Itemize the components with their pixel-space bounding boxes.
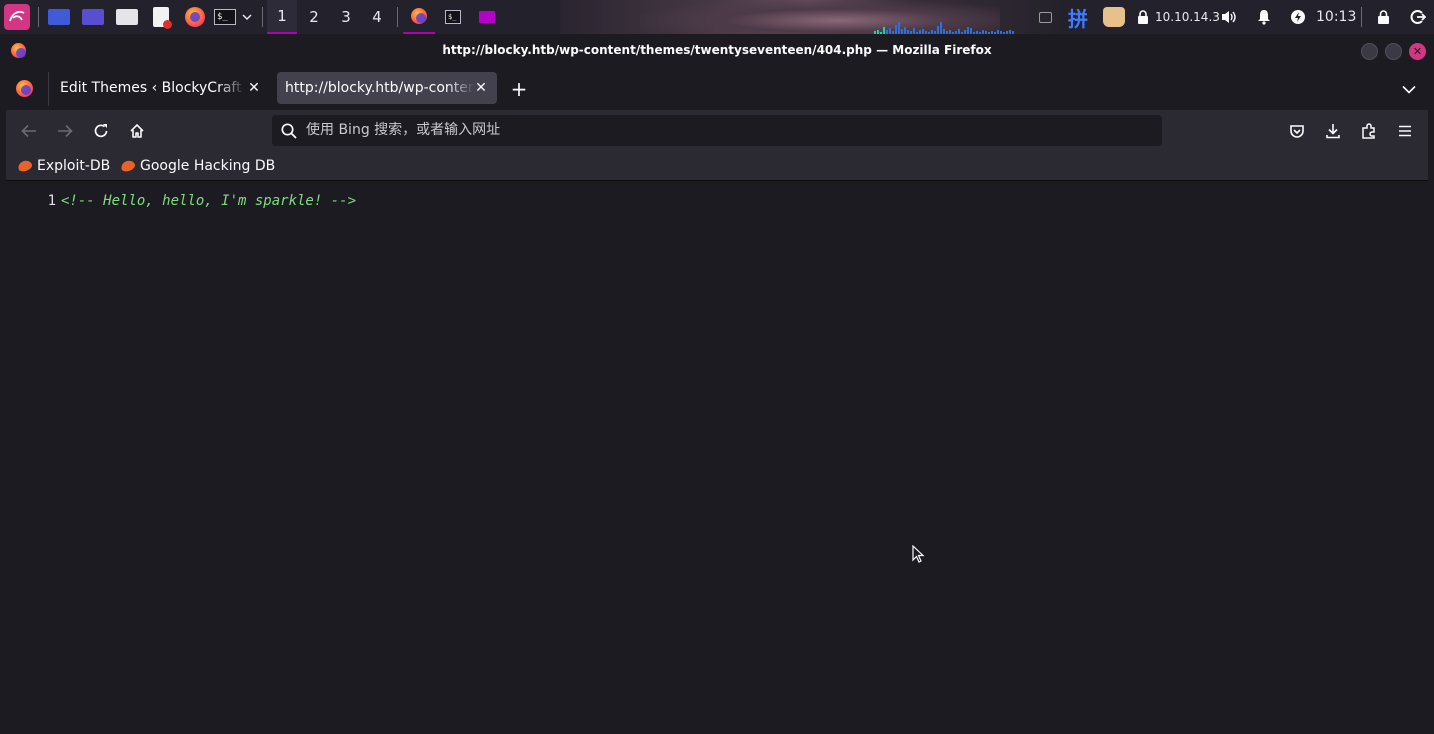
bookmark-label: Exploit-DB <box>37 158 111 174</box>
firefox-view-icon[interactable] <box>16 80 33 97</box>
workspace-1[interactable]: 1 <box>267 0 297 34</box>
panel-separator <box>38 7 39 27</box>
network-graph <box>874 14 1014 34</box>
list-all-tabs-chevron-icon[interactable] <box>1398 79 1420 99</box>
extensions-icon[interactable] <box>1357 119 1381 143</box>
tab-404-php[interactable]: http://blocky.htb/wp-content/themes/twen… <box>277 72 497 104</box>
close-tab-icon[interactable]: ✕ <box>473 80 489 96</box>
kali-dragon-icon <box>16 158 34 174</box>
kali-dragon-icon <box>119 158 137 174</box>
tab-edit-themes[interactable]: Edit Themes ‹ BlockyCraft — WordPress ✕ <box>48 72 270 104</box>
screen-icon[interactable] <box>1036 5 1054 29</box>
pocket-icon[interactable] <box>1285 119 1309 143</box>
close-tab-icon[interactable]: ✕ <box>246 80 262 96</box>
task-folder[interactable] <box>477 5 497 29</box>
bookmark-exploit-db[interactable]: Exploit-DB <box>16 152 111 180</box>
home-icon[interactable] <box>125 119 149 143</box>
task-terminal[interactable]: $_ <box>442 5 464 29</box>
desktop-panel: $_ 1 2 3 4 $_ 拼 10.10.14.3 10:13 <box>0 0 1434 34</box>
logout-icon[interactable] <box>1408 5 1428 29</box>
lock-screen-icon[interactable] <box>1374 5 1392 29</box>
tab-label: Edit Themes ‹ BlockyCraft — WordPress <box>60 80 246 96</box>
close-window-button[interactable]: ✕ <box>1409 43 1426 60</box>
reload-icon[interactable] <box>89 119 113 143</box>
mouse-cursor-icon <box>912 544 926 565</box>
power-manager-icon[interactable] <box>1288 5 1308 29</box>
hamburger-menu-icon[interactable] <box>1393 119 1417 143</box>
document-icon[interactable] <box>150 5 172 29</box>
notification-bell-icon[interactable] <box>1254 5 1274 29</box>
downloads-icon[interactable] <box>1321 119 1345 143</box>
window-firefox-icon <box>11 43 26 58</box>
vpn-lock-icon <box>1135 5 1151 29</box>
cat-icon[interactable] <box>1102 5 1126 29</box>
window-title: http://blocky.htb/wp-content/themes/twen… <box>0 34 1434 66</box>
chevron-down-icon[interactable] <box>240 5 254 29</box>
clock[interactable]: 10:13 <box>1316 0 1356 34</box>
firefox-launcher-icon[interactable] <box>184 5 206 29</box>
minimize-button[interactable] <box>1361 43 1378 60</box>
workspace-4[interactable]: 4 <box>362 0 392 34</box>
tab-label: http://blocky.htb/wp-content/themes/twen… <box>285 80 475 96</box>
page-content <box>6 182 1428 732</box>
workspace-2[interactable]: 2 <box>299 0 329 34</box>
desktop-icon[interactable] <box>47 5 71 29</box>
task-firefox[interactable] <box>403 0 435 34</box>
file-manager-icon[interactable] <box>115 5 139 29</box>
screenshot-icon[interactable] <box>81 5 105 29</box>
maximize-button[interactable] <box>1385 43 1402 60</box>
bookmark-google-hacking-db[interactable]: Google Hacking DB <box>119 152 276 180</box>
panel-separator <box>1361 7 1362 27</box>
line-number: 1 <box>47 193 56 209</box>
panel-separator <box>397 7 398 27</box>
input-method-indicator[interactable]: 拼 <box>1068 0 1088 34</box>
bookmark-label: Google Hacking DB <box>140 158 276 174</box>
terminal-launcher-icon[interactable]: $_ <box>213 5 237 29</box>
volume-icon[interactable] <box>1218 5 1240 29</box>
panel-separator <box>262 7 263 27</box>
url-input-placeholder[interactable]: 使用 Bing 搜索，或者输入网址 <box>306 115 500 146</box>
new-tab-plus-icon[interactable]: + <box>508 77 530 101</box>
kali-menu-icon[interactable] <box>4 4 30 30</box>
workspace-3[interactable]: 3 <box>331 0 361 34</box>
back-arrow-icon[interactable] <box>17 119 41 143</box>
url-bar[interactable]: 使用 Bing 搜索，或者输入网址 <box>272 115 1162 146</box>
forward-arrow-icon[interactable] <box>53 119 77 143</box>
ip-address: 10.10.14.3 <box>1155 10 1220 24</box>
source-line: <!-- Hello, hello, I'm sparkle! --> <box>61 193 357 209</box>
search-icon <box>280 122 298 140</box>
